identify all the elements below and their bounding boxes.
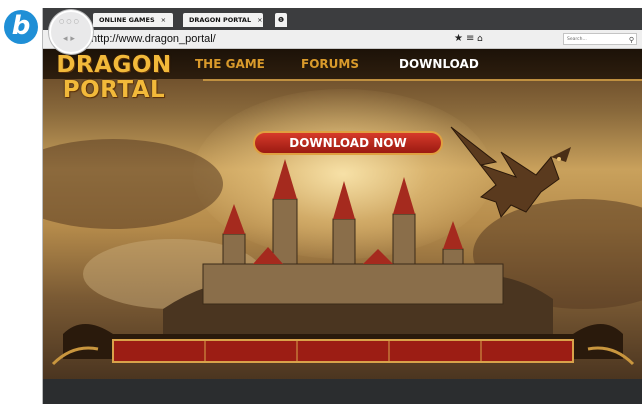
tab-bar: ONLINE GAMES × DRAGON PORTAL × ❶ xyxy=(43,8,642,30)
search-placeholder: Search... xyxy=(567,37,587,42)
site-logo[interactable]: DRAGON PORTAL xyxy=(53,53,175,109)
address-bar: http://www.dragon_portal/ ★ ≡ ⌂ Search..… xyxy=(43,30,642,49)
nav-divider xyxy=(203,79,642,81)
logo-line2: PORTAL xyxy=(62,77,166,103)
tab-label: DRAGON PORTAL xyxy=(189,16,252,24)
url-field[interactable]: http://www.dragon_portal/ xyxy=(91,33,491,46)
page-footer xyxy=(43,379,642,404)
web-page: DRAGON PORTAL THE GAME FORUMS DOWNLOAD D… xyxy=(43,49,642,404)
window-dots-icon: ○○○ xyxy=(59,18,81,25)
home-icon[interactable]: ⌂ xyxy=(477,33,483,45)
figure-label: b xyxy=(4,10,38,44)
logo-line1: DRAGON xyxy=(56,52,172,78)
close-icon[interactable]: × xyxy=(257,16,262,24)
close-icon[interactable]: × xyxy=(161,16,166,24)
ornamental-bar xyxy=(51,324,635,366)
nav-download[interactable]: DOWNLOAD xyxy=(399,57,479,71)
search-input[interactable]: Search... ⚲ xyxy=(563,33,637,45)
browser-window: ONLINE GAMES × DRAGON PORTAL × ❶ ○○○ ◂ ▸ h… xyxy=(42,8,642,404)
tab-label: ONLINE GAMES xyxy=(99,16,155,24)
back-forward-icon[interactable]: ◂ ▸ xyxy=(63,34,75,44)
star-icon[interactable]: ★ xyxy=(454,33,463,45)
nav-the-game[interactable]: THE GAME xyxy=(195,57,265,71)
tab-online-games[interactable]: ONLINE GAMES × xyxy=(93,13,173,27)
info-icon[interactable]: ❶ xyxy=(275,13,287,27)
tab-dragon-portal[interactable]: DRAGON PORTAL × xyxy=(183,13,263,27)
nav-forums[interactable]: FORUMS xyxy=(301,57,359,71)
nav-buttons[interactable]: ○○○ ◂ ▸ xyxy=(49,10,93,54)
menu-icon[interactable]: ≡ xyxy=(466,33,474,45)
download-now-button[interactable]: DOWNLOAD NOW xyxy=(253,131,443,155)
search-icon[interactable]: ⚲ xyxy=(629,34,634,46)
